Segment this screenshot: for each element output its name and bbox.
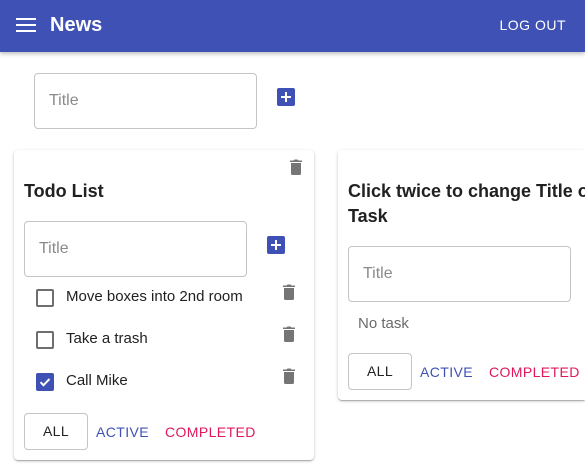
filter-all-button[interactable]: ALL <box>24 413 88 450</box>
task-checkbox[interactable] <box>36 289 54 307</box>
task-title-field[interactable] <box>24 221 247 277</box>
menu-icon[interactable] <box>16 17 36 33</box>
task-label[interactable]: Call Mike <box>66 371 128 391</box>
empty-list-message: No task <box>358 315 409 332</box>
delete-list-icon[interactable] <box>290 159 302 175</box>
app-bar: News LOG OUT <box>0 0 585 52</box>
list-title[interactable]: Click twice to change Title of Task <box>348 179 585 229</box>
delete-task-icon[interactable] <box>283 284 295 300</box>
filter-all-button[interactable]: ALL <box>348 353 412 390</box>
task-checkbox-checked[interactable] <box>36 373 54 391</box>
task-label[interactable]: Move boxes into 2nd room <box>66 287 243 307</box>
delete-task-icon[interactable] <box>283 326 295 342</box>
filter-completed-button[interactable]: COMPLETED <box>489 363 580 381</box>
second-list-card: Click twice to change Title of Task No t… <box>338 150 585 400</box>
new-list-title-field[interactable] <box>34 73 257 129</box>
add-box-icon[interactable] <box>277 88 295 106</box>
task-title-field[interactable] <box>348 246 571 302</box>
app-title: News <box>50 14 103 36</box>
filter-active-button[interactable]: ACTIVE <box>96 423 149 441</box>
delete-task-icon[interactable] <box>283 368 295 384</box>
logout-button[interactable]: LOG OUT <box>499 16 566 34</box>
list-title[interactable]: Todo List <box>24 179 104 204</box>
add-box-icon[interactable] <box>267 236 285 254</box>
new-list-title-input[interactable] <box>49 74 242 128</box>
task-title-input[interactable] <box>363 247 556 301</box>
filter-completed-button[interactable]: COMPLETED <box>165 423 256 441</box>
todo-list-card: Todo List Move boxes into 2nd room Take … <box>14 150 314 460</box>
task-label[interactable]: Take a trash <box>66 329 148 349</box>
filter-active-button[interactable]: ACTIVE <box>420 363 473 381</box>
task-checkbox[interactable] <box>36 331 54 349</box>
task-title-input[interactable] <box>39 222 232 276</box>
